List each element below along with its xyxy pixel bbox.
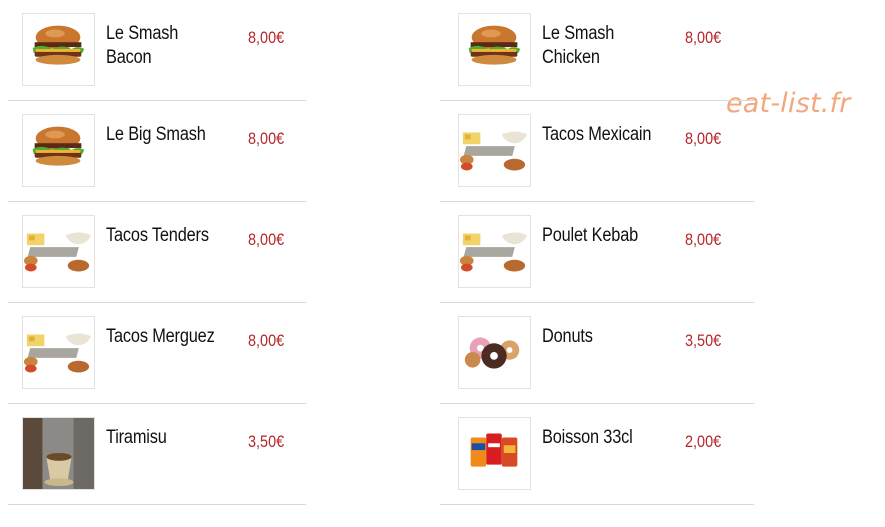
donuts-image[interactable] — [458, 316, 531, 389]
tacos-image[interactable] — [22, 316, 95, 389]
menu-item-name[interactable]: Le Smash Chicken — [542, 22, 619, 70]
menu-column-right: Le Smash Chicken 8,00€ Tacos Mexicain 8,… — [440, 0, 754, 505]
menu-item-name[interactable]: Donuts — [542, 325, 654, 349]
menu-item[interactable]: Tacos Mexicain 8,00€ — [440, 101, 754, 202]
menu-item-name[interactable]: Boisson 33cl — [542, 426, 654, 450]
tiramisu-image[interactable] — [22, 417, 95, 490]
menu-column-left: Le Smash Bacon 8,00€ Le Big Smash 8,00€ … — [8, 0, 306, 505]
menu-item-price: 8,00€ — [248, 331, 285, 350]
soda-cans-image[interactable] — [458, 417, 531, 490]
menu-item-name[interactable]: Le Smash Bacon — [106, 22, 218, 70]
tacos-image[interactable] — [458, 215, 531, 288]
menu-item-name[interactable]: Poulet Kebab — [542, 224, 654, 248]
menu-item-name[interactable]: Le Big Smash — [106, 123, 218, 147]
tacos-image[interactable] — [458, 114, 531, 187]
menu-item[interactable]: Poulet Kebab 8,00€ — [440, 202, 754, 303]
menu-item-price: 8,00€ — [685, 28, 722, 47]
menu-item[interactable]: Tacos Tenders 8,00€ — [8, 202, 306, 303]
menu-item-price: 2,00€ — [685, 432, 722, 451]
tacos-image[interactable] — [22, 215, 95, 288]
menu-item-name[interactable]: Tacos Merguez — [106, 325, 218, 349]
menu-item-name[interactable]: Tacos Tenders — [106, 224, 218, 248]
menu-item-price: 8,00€ — [685, 230, 722, 249]
menu-item[interactable]: Le Big Smash 8,00€ — [8, 101, 306, 202]
menu-item[interactable]: Boisson 33cl 2,00€ — [440, 404, 754, 505]
burger-image[interactable] — [22, 114, 95, 187]
menu-item-name[interactable]: Tacos Mexicain — [542, 123, 654, 147]
menu-item-name[interactable]: Tiramisu — [106, 426, 218, 450]
burger-image[interactable] — [22, 13, 95, 86]
menu-item[interactable]: Le Smash Bacon 8,00€ — [8, 0, 306, 101]
menu-item-price: 3,50€ — [248, 432, 285, 451]
menu-item-price: 8,00€ — [248, 129, 285, 148]
menu-item-price: 8,00€ — [685, 129, 722, 148]
menu-item-price: 3,50€ — [685, 331, 722, 350]
menu-item[interactable]: Le Smash Chicken 8,00€ — [440, 0, 754, 101]
menu-item[interactable]: Tiramisu 3,50€ — [8, 404, 306, 505]
menu-item[interactable]: Donuts 3,50€ — [440, 303, 754, 404]
menu-item-price: 8,00€ — [248, 28, 285, 47]
menu-item-price: 8,00€ — [248, 230, 285, 249]
menu-item[interactable]: Tacos Merguez 8,00€ — [8, 303, 306, 404]
burger-image[interactable] — [458, 13, 531, 86]
